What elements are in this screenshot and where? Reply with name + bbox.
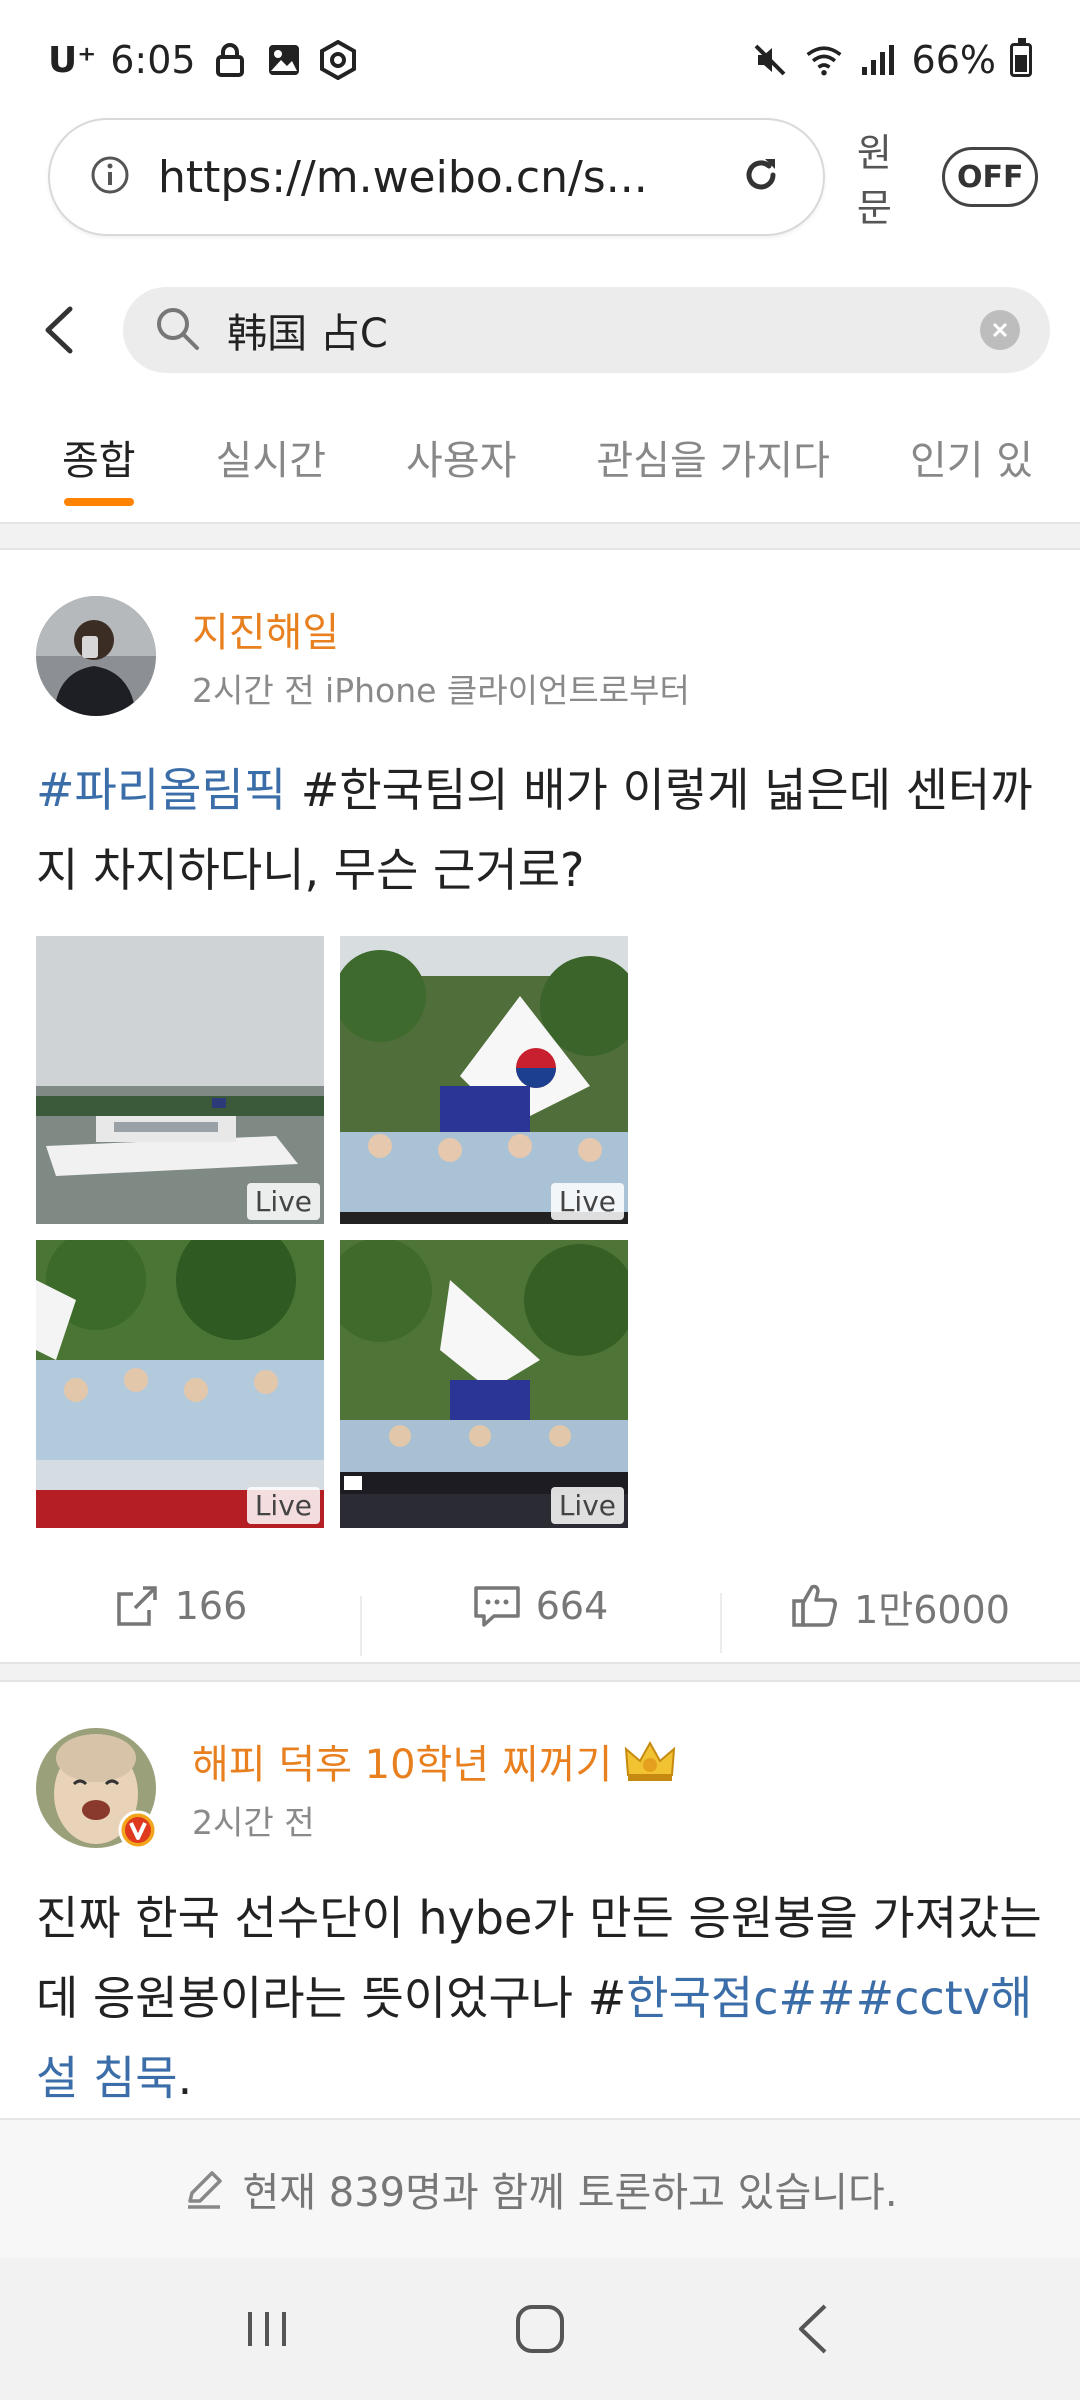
post-author[interactable]: 해피 덕후 10학년 찌꺼기 [192, 1732, 612, 1790]
comment-count: 664 [535, 1584, 609, 1628]
post-card[interactable]: 지진해일 2시간 전 iPhone 클라이언트로부터 #파리올림픽 #한국팀의 … [0, 550, 1080, 1662]
live-badge: Live [550, 1487, 624, 1524]
post-author[interactable]: 지진해일 [192, 600, 339, 658]
like-button[interactable]: 1만6000 [720, 1579, 1080, 1653]
post-photo[interactable]: Live [340, 1240, 628, 1528]
active-tab-indicator [64, 498, 134, 506]
system-back-button[interactable] [763, 2279, 863, 2379]
search-tabs: 종합 실시간 사용자 관심을 가지다 인기 있 [0, 410, 1080, 520]
original-text-label: 원문 [856, 131, 892, 230]
url-bar[interactable]: https://m.weibo.cn/s... [48, 118, 825, 236]
battery-icon [1010, 38, 1032, 77]
mute-icon [750, 40, 790, 80]
search-row: 韩国 占C [0, 280, 1080, 380]
post-body[interactable]: 진짜 한국 선수단이 hybe가 만든 응원봉을 가져갔는데 응원봉이라는 뜻이… [36, 1878, 1046, 2118]
hashtag-link[interactable]: #파리올림픽 [36, 763, 286, 817]
post-photo[interactable]: Live [36, 1240, 324, 1528]
search-query[interactable]: 韩国 占C [227, 301, 980, 359]
live-badge: Live [246, 1487, 320, 1524]
tab-label: 인기 있 [909, 438, 1034, 484]
repost-button[interactable]: 166 [0, 1582, 360, 1630]
tab-label: 실시간 [215, 438, 327, 484]
post-author-row: 해피 덕후 10학년 찌꺼기 [192, 1732, 678, 1790]
reload-icon[interactable] [739, 153, 783, 201]
info-icon[interactable] [90, 155, 130, 199]
post-card[interactable]: 해피 덕후 10학년 찌꺼기 2시간 전 진짜 한국 선수단이 hybe가 만든… [0, 1682, 1080, 2118]
chevron-left-icon [45, 306, 73, 354]
lock-icon [210, 40, 250, 80]
post-text: . [177, 2051, 193, 2105]
original-text-toggle[interactable]: OFF [942, 147, 1038, 207]
carrier-label: U⁺ [48, 39, 97, 81]
edit-icon [188, 2171, 223, 2209]
browser-url-row: https://m.weibo.cn/s... 원문 OFF [48, 118, 1038, 236]
tab-label: 사용자 [406, 438, 517, 484]
recent-apps-icon [247, 2312, 286, 2346]
tab-realtime[interactable]: 실시간 [216, 410, 326, 486]
search-icon [153, 304, 201, 356]
share-icon [116, 1586, 157, 1626]
post-photo[interactable]: Live [36, 936, 324, 1224]
tab-users[interactable]: 사용자 [406, 410, 516, 486]
post-photo[interactable]: Live [340, 936, 628, 1224]
avatar[interactable] [36, 596, 156, 716]
recent-apps-button[interactable] [217, 2279, 317, 2379]
tab-popular[interactable]: 인기 있 [910, 410, 1033, 486]
like-count: 1만6000 [854, 1587, 1010, 1632]
section-divider [0, 522, 1080, 550]
back-button[interactable] [30, 300, 89, 360]
hexagon-app-icon [318, 40, 358, 80]
search-input[interactable]: 韩国 占C [123, 287, 1050, 373]
gallery-icon [264, 40, 304, 80]
back-icon [799, 2304, 827, 2354]
system-nav-bar [0, 2258, 1080, 2400]
discussion-bar[interactable]: 현재 839명과 함께 토론하고 있습니다. [0, 2118, 1080, 2258]
clock: 6:05 [110, 38, 196, 82]
tab-label: 관심을 가지다 [596, 438, 830, 484]
post-action-bar: 166 664 1만6000 [0, 1556, 1080, 1656]
home-icon [515, 2305, 564, 2353]
status-bar: U⁺ 6:05 66% [0, 0, 1080, 120]
wifi-icon [804, 40, 844, 80]
section-divider [0, 1662, 1080, 1682]
tab-interest[interactable]: 관심을 가지다 [596, 410, 830, 486]
post-meta: 2시간 전 iPhone 클라이언트로부터 [192, 671, 690, 710]
live-badge: Live [246, 1183, 320, 1220]
repost-count: 166 [174, 1584, 248, 1628]
comment-icon [473, 1586, 520, 1627]
comment-button[interactable]: 664 [360, 1582, 720, 1656]
crown-badge-icon [625, 1740, 676, 1781]
signal-icon [858, 40, 898, 80]
live-badge: Live [550, 1183, 624, 1220]
post-body[interactable]: #파리올림픽 #한국팀의 배가 이렇게 넓은데 센터까지 차지하다니, 무슨 근… [36, 750, 1046, 910]
discussion-text: 현재 839명과 함께 토론하고 있습니다. [242, 2170, 898, 2216]
thumbs-up-icon [792, 1584, 837, 1627]
verified-badge-icon [118, 1810, 158, 1850]
tab-label: 종합 [62, 438, 136, 484]
battery-percent: 66% [911, 38, 996, 82]
home-button[interactable] [490, 2279, 590, 2379]
post-meta: 2시간 전 [192, 1803, 315, 1842]
url-text[interactable]: https://m.weibo.cn/s... [158, 152, 739, 203]
avatar[interactable] [36, 1728, 158, 1850]
status-right: 66% [750, 38, 1032, 82]
status-left: U⁺ 6:05 [48, 38, 358, 82]
tab-comprehensive[interactable]: 종합 [62, 410, 136, 506]
clear-search-button[interactable] [980, 310, 1020, 350]
close-icon [992, 322, 1008, 338]
